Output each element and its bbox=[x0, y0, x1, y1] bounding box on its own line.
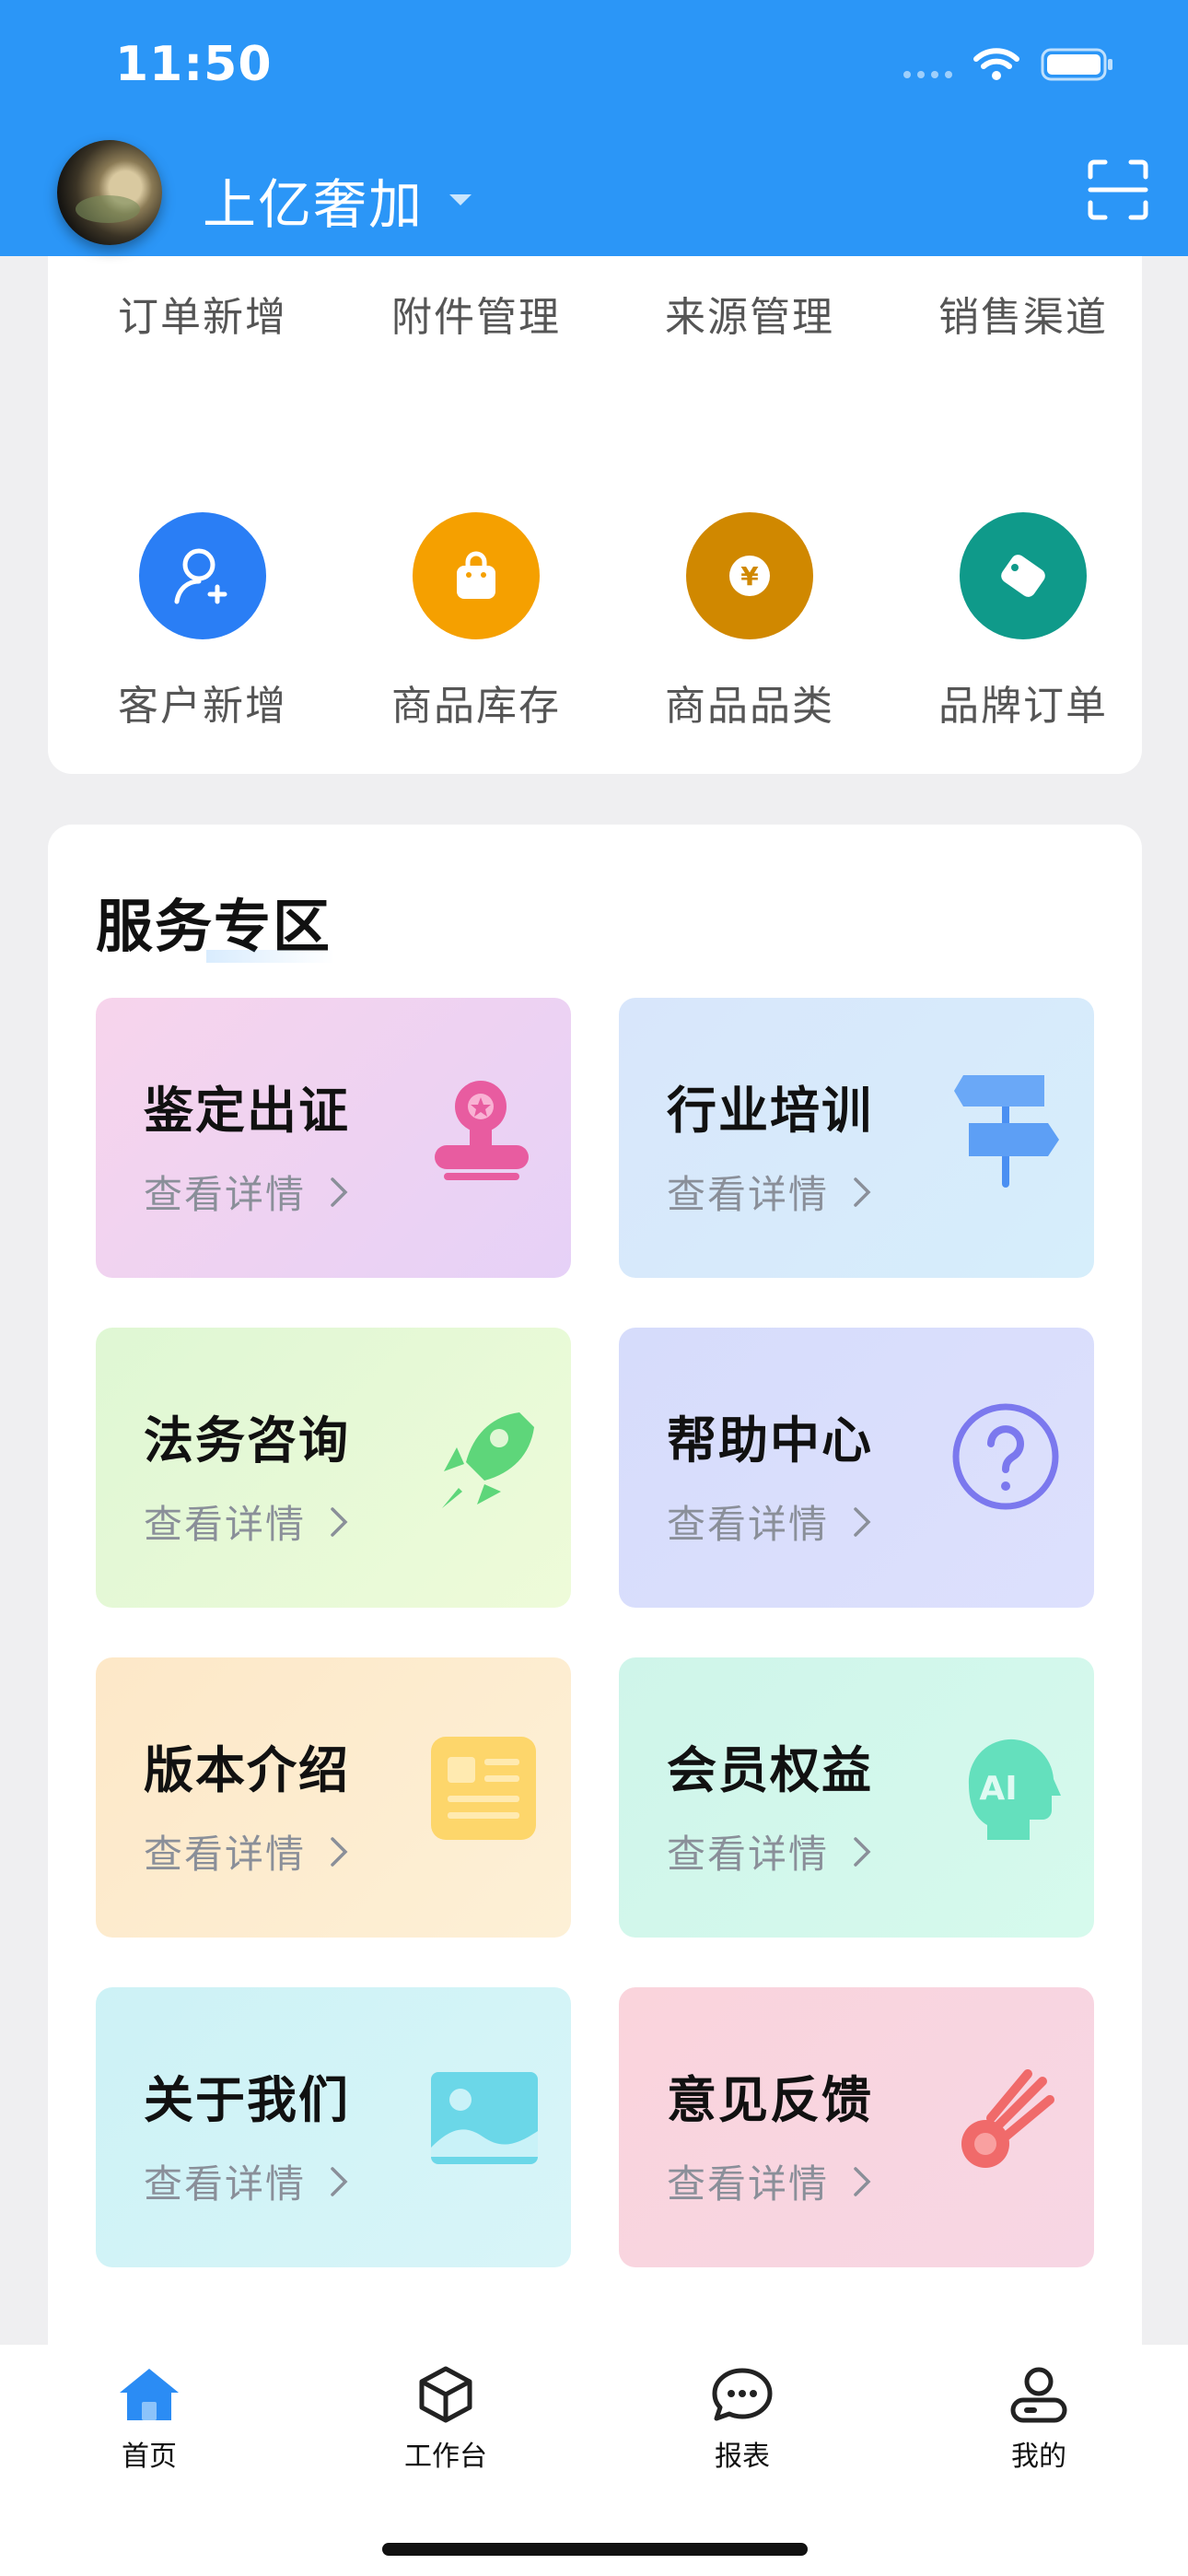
tile-more-link[interactable]: 查看详情 bbox=[667, 1493, 871, 1550]
tile-training[interactable]: 行业培训 查看详情 bbox=[619, 998, 1094, 1278]
tile-legal[interactable]: 法务咨询 查看详情 bbox=[96, 1328, 571, 1608]
grid-item-category[interactable]: ¥ 商品品类 bbox=[630, 512, 869, 732]
tile-more-link[interactable]: 查看详情 bbox=[667, 1823, 871, 1879]
tile-version[interactable]: 版本介绍 查看详情 bbox=[96, 1657, 571, 1938]
grid-label: 附件管理 bbox=[391, 294, 561, 341]
tile-more-link[interactable]: 查看详情 bbox=[667, 1164, 871, 1220]
grid-label: 来源管理 bbox=[665, 294, 834, 341]
grid-label: 订单新增 bbox=[118, 294, 287, 341]
service-zone-card: 服务专区 鉴定出证 查看详情 行业培训 查看详情 法务咨询 查看详情 帮助中心 bbox=[48, 825, 1142, 2391]
tile-membership[interactable]: 会员权益 查看详情 AI bbox=[619, 1657, 1094, 1938]
quick-actions-card: 订单新增 附件管理 来源管理 销售渠道 客户新增 商品库存 ¥ 商品品类 品牌订… bbox=[48, 123, 1143, 774]
chat-icon bbox=[712, 2368, 773, 2421]
tag-icon bbox=[960, 512, 1087, 639]
page-title: 上亿奢加 bbox=[203, 173, 425, 236]
org-switcher[interactable]: 上亿奢加 bbox=[203, 161, 472, 239]
chevron-right-icon bbox=[331, 1836, 348, 1867]
status-time: 11:50 bbox=[115, 37, 273, 92]
tile-title: 会员权益 bbox=[667, 1741, 873, 1799]
chevron-right-icon bbox=[331, 2166, 348, 2196]
tab-reports[interactable]: 报表 bbox=[650, 2365, 834, 2474]
tile-title: 关于我们 bbox=[144, 2071, 350, 2129]
tab-home[interactable]: 首页 bbox=[57, 2365, 241, 2474]
profile-icon bbox=[1010, 2367, 1067, 2423]
chevron-right-icon bbox=[331, 1506, 348, 1537]
grid-label: 客户新增 bbox=[118, 683, 287, 730]
grid-label: 商品库存 bbox=[391, 683, 561, 730]
news-icon bbox=[431, 1737, 536, 1840]
bottom-tab-bar: 首页 工作台 报表 我的 bbox=[0, 2345, 1188, 2576]
tile-more-link[interactable]: 查看详情 bbox=[144, 2153, 348, 2209]
tab-label: 工作台 bbox=[404, 2441, 487, 2473]
tile-more-label: 查看详情 bbox=[144, 2161, 307, 2207]
tile-more-link[interactable]: 查看详情 bbox=[144, 1823, 348, 1879]
stamp-icon bbox=[435, 1081, 529, 1180]
section-title: 服务专区 bbox=[96, 880, 336, 963]
tab-workbench[interactable]: 工作台 bbox=[354, 2365, 538, 2474]
app-header: 11:50 上亿奢加 bbox=[0, 0, 1188, 256]
ai-head-icon: AI bbox=[968, 1739, 1061, 1840]
tile-more-link[interactable]: 查看详情 bbox=[144, 1493, 348, 1550]
tile-more-label: 查看详情 bbox=[144, 1832, 307, 1877]
tile-title: 帮助中心 bbox=[667, 1411, 873, 1469]
tile-more-label: 查看详情 bbox=[667, 1172, 830, 1217]
tab-label: 报表 bbox=[715, 2441, 770, 2473]
tab-label: 首页 bbox=[122, 2441, 177, 2473]
svg-text:¥: ¥ bbox=[740, 561, 759, 591]
comet-icon bbox=[961, 2069, 1054, 2168]
signal-icon bbox=[903, 51, 952, 78]
chevron-right-icon bbox=[854, 1506, 871, 1537]
tile-more-label: 查看详情 bbox=[667, 1832, 830, 1877]
tab-mine[interactable]: 我的 bbox=[947, 2365, 1131, 2474]
tile-more-label: 查看详情 bbox=[667, 2161, 830, 2207]
tile-title: 版本介绍 bbox=[144, 1741, 350, 1799]
chevron-down-icon bbox=[449, 194, 472, 205]
tile-more-label: 查看详情 bbox=[667, 1502, 830, 1547]
chevron-right-icon bbox=[331, 1177, 348, 1207]
question-icon bbox=[952, 1403, 1059, 1510]
tile-title: 行业培训 bbox=[667, 1082, 873, 1140]
signpost-icon bbox=[954, 1075, 1059, 1188]
tile-more-label: 查看详情 bbox=[144, 1172, 307, 1217]
cube-icon bbox=[419, 2366, 472, 2423]
tile-title: 法务咨询 bbox=[144, 1411, 350, 1469]
chevron-right-icon bbox=[854, 2166, 871, 2196]
grid-item-inventory[interactable]: 商品库存 bbox=[356, 512, 596, 732]
status-icons bbox=[903, 46, 1114, 83]
bag-icon bbox=[413, 512, 540, 639]
grid-label: 商品品类 bbox=[665, 683, 834, 730]
yen-icon: ¥ bbox=[686, 512, 813, 639]
chevron-right-icon bbox=[854, 1177, 871, 1207]
grid-label: 品牌订单 bbox=[938, 683, 1108, 730]
scan-icon[interactable] bbox=[1087, 158, 1149, 221]
tile-title: 鉴定出证 bbox=[144, 1082, 350, 1140]
grid-label: 销售渠道 bbox=[938, 294, 1108, 341]
picture-icon bbox=[431, 2072, 538, 2164]
home-icon bbox=[120, 2369, 179, 2420]
tile-more-link[interactable]: 查看详情 bbox=[144, 1164, 348, 1220]
battery-icon bbox=[1041, 48, 1112, 81]
tile-title: 意见反馈 bbox=[667, 2071, 873, 2129]
rocket-icon bbox=[442, 1412, 534, 1508]
tile-more-link[interactable]: 查看详情 bbox=[667, 2153, 871, 2209]
wifi-icon bbox=[973, 48, 1019, 80]
chevron-right-icon bbox=[854, 1836, 871, 1867]
tile-about[interactable]: 关于我们 查看详情 bbox=[96, 1987, 571, 2267]
user-add-icon bbox=[139, 512, 266, 639]
tab-label: 我的 bbox=[1011, 2441, 1066, 2473]
svg-text:AI: AI bbox=[979, 1770, 1017, 1808]
tile-appraisal[interactable]: 鉴定出证 查看详情 bbox=[96, 998, 571, 1278]
tile-feedback[interactable]: 意见反馈 查看详情 bbox=[619, 1987, 1094, 2267]
grid-item-customer-add[interactable]: 客户新增 bbox=[83, 512, 322, 732]
home-indicator bbox=[382, 2543, 808, 2556]
avatar[interactable] bbox=[57, 140, 162, 245]
tile-help[interactable]: 帮助中心 查看详情 bbox=[619, 1328, 1094, 1608]
grid-item-brand-order[interactable]: 品牌订单 bbox=[903, 512, 1143, 732]
tile-more-label: 查看详情 bbox=[144, 1502, 307, 1547]
